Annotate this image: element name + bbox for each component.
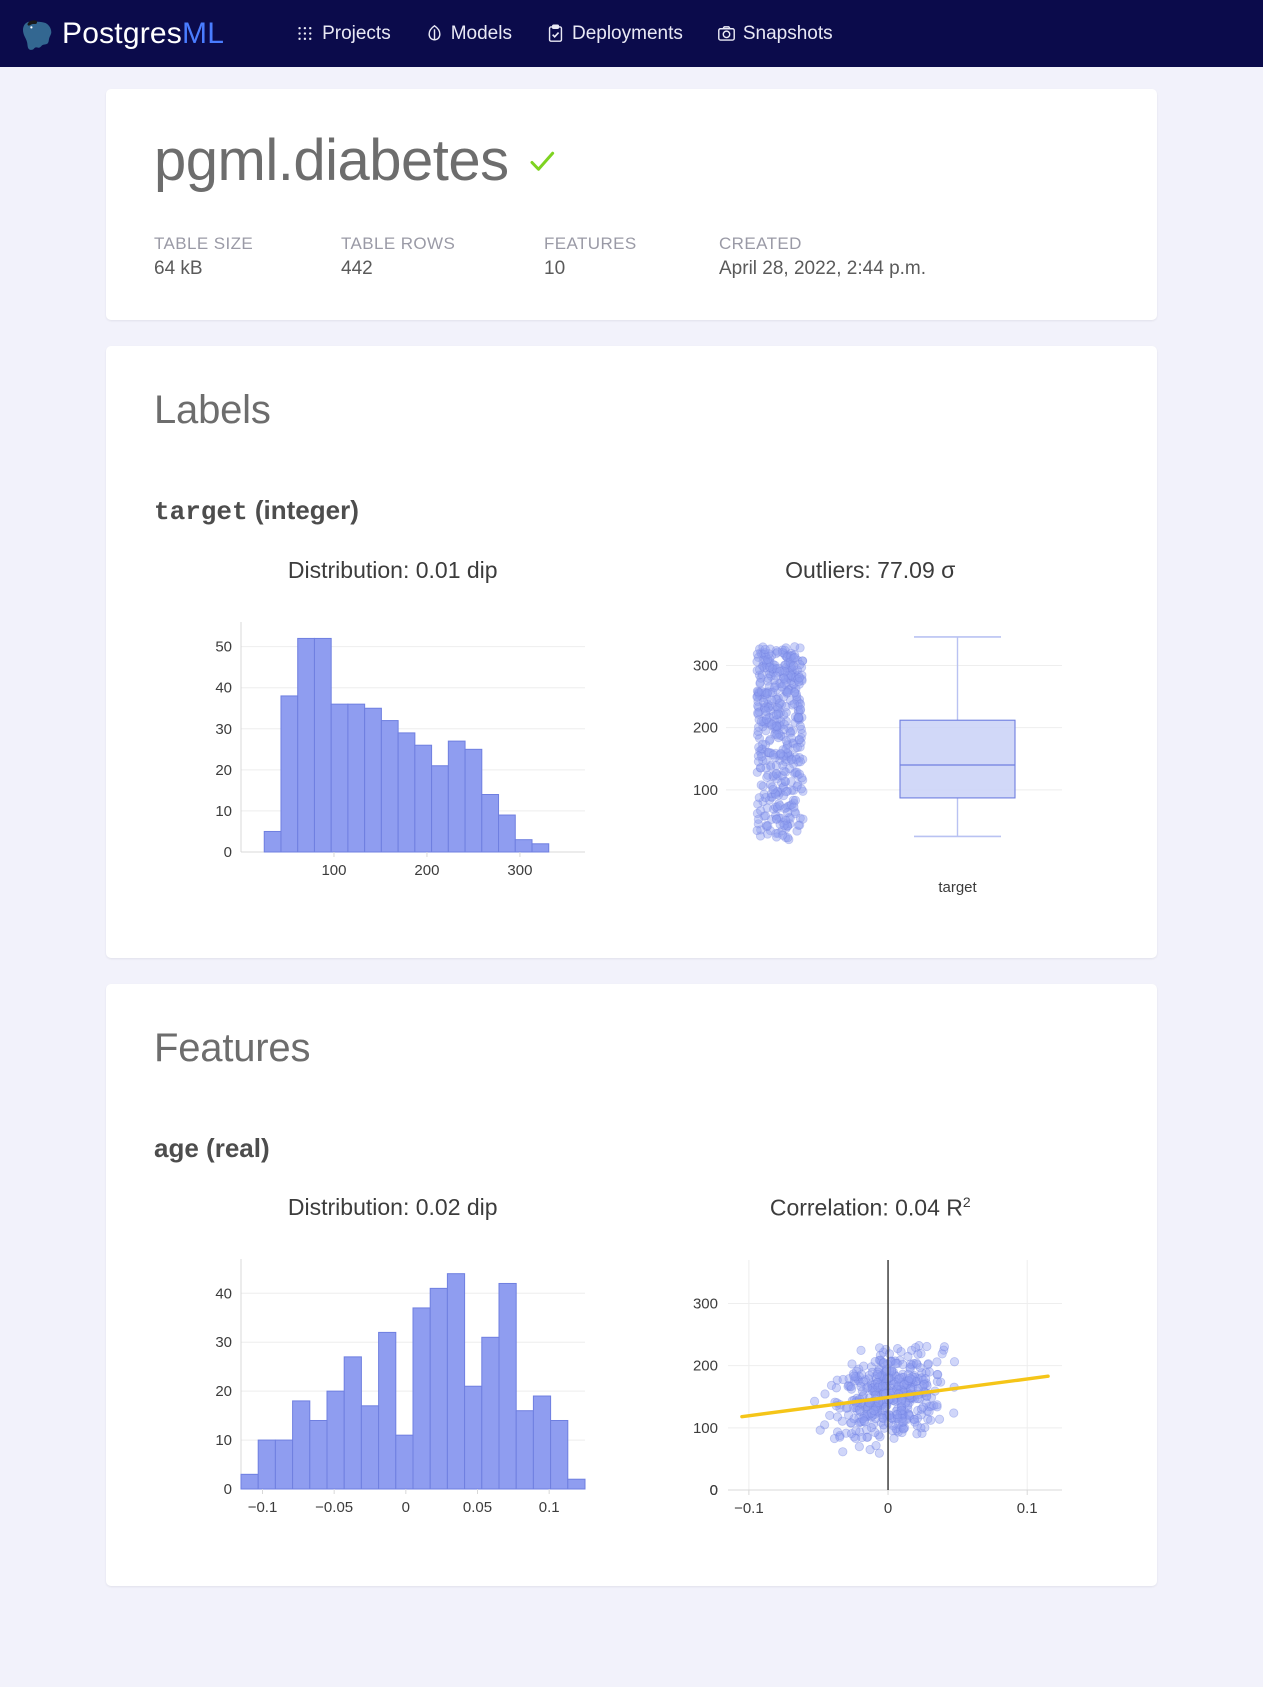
chart-title: Distribution: 0.01 dip	[287, 556, 498, 583]
svg-text:−0.1: −0.1	[247, 1499, 277, 1516]
svg-text:300: 300	[507, 862, 532, 879]
page-title: pgml.diabetes	[154, 128, 509, 193]
column-type: (integer)	[254, 494, 359, 525]
target-distribution-chart: Distribution: 0.01 dip 0 10 20 30 40 50 100 200…	[154, 539, 632, 910]
svg-text:20: 20	[215, 1383, 232, 1400]
brand-text: PostgresML	[62, 16, 225, 50]
svg-text:0: 0	[710, 1482, 718, 1499]
nav-item-snapshots[interactable]: Snapshots	[717, 23, 833, 45]
top-navbar: PostgresML Projects Models Deployments S…	[0, 0, 1263, 67]
svg-text:40: 40	[215, 1285, 232, 1302]
svg-text:0: 0	[223, 1481, 231, 1498]
stats-row: TABLE SIZE 64 kB TABLE ROWS 442 FEATURES…	[154, 234, 1109, 280]
svg-text:0.1: 0.1	[1017, 1500, 1038, 1517]
svg-text:0.05: 0.05	[463, 1499, 492, 1516]
chart-title: Distribution: 0.02 dip	[287, 1193, 498, 1220]
svg-text:300: 300	[693, 1295, 718, 1312]
svg-text:0.1: 0.1	[538, 1499, 559, 1516]
brand-logo-link[interactable]: PostgresML	[22, 17, 224, 51]
page-content: pgml.diabetes TABLE SIZE 64 kB TABLE ROW…	[0, 67, 1263, 1586]
svg-text:−0.05: −0.05	[315, 1499, 353, 1516]
column-type: (real)	[206, 1132, 270, 1163]
label-column-name: target (integer)	[154, 495, 1109, 527]
labels-card: Labels target (integer) Distribution: 0.…	[106, 345, 1157, 958]
column-identifier: target	[154, 496, 248, 527]
stat-label: FEATURES	[544, 233, 637, 253]
labels-charts: Distribution: 0.01 dip 0 10 20 30 40 50 100 200…	[154, 539, 1109, 910]
check-icon	[527, 146, 557, 176]
primary-nav: Projects Models Deployments Snapshots	[296, 23, 833, 45]
age-distribution-chart: Distribution: 0.02 dip 0 10 20 30 40 −0.1 −0.0…	[154, 1176, 632, 1538]
nav-item-deployments[interactable]: Deployments	[546, 23, 683, 45]
stat-value: 10	[544, 257, 566, 279]
svg-text:100: 100	[693, 782, 718, 799]
svg-text:100: 100	[321, 862, 346, 879]
model-icon	[425, 24, 444, 43]
svg-text:0: 0	[223, 844, 231, 861]
stat-table-size: TABLE SIZE 64 kB	[154, 234, 341, 280]
nav-item-models[interactable]: Models	[425, 23, 512, 45]
correlation-scatter-svg: 0100200300−0.1 0 0.10	[693, 1259, 1063, 1517]
svg-text:−0.1: −0.1	[734, 1500, 764, 1517]
target-outliers-chart: Outliers: 77.09 σ 100 200 300 target	[632, 539, 1110, 910]
svg-text:200: 200	[693, 720, 718, 737]
target-histogram-svg: 0 10 20 30 40 50 100 200 300	[215, 621, 585, 879]
features-charts: Distribution: 0.02 dip 0 10 20 30 40 −0.1 −0.0…	[154, 1176, 1109, 1538]
grid-icon	[296, 24, 315, 43]
svg-text:200: 200	[693, 1357, 718, 1374]
svg-text:20: 20	[215, 762, 232, 779]
features-heading: Features	[154, 1025, 311, 1070]
stat-value: 442	[341, 257, 373, 279]
nav-item-projects[interactable]: Projects	[296, 23, 391, 45]
svg-text:100: 100	[693, 1419, 718, 1436]
svg-text:200: 200	[414, 862, 439, 879]
stat-features: FEATURES 10	[544, 234, 719, 280]
nav-item-label: Projects	[322, 22, 391, 44]
correlation-title-exponent: 2	[962, 1193, 971, 1210]
svg-text:target: target	[939, 879, 978, 896]
age-correlation-chart: Correlation: 0.04 R2 0 100 200 300 −0.1 0 0.1 0	[632, 1176, 1110, 1538]
svg-text:10: 10	[215, 803, 232, 820]
stat-table-rows: TABLE ROWS 442	[341, 234, 544, 280]
nav-item-label: Snapshots	[742, 22, 833, 44]
snapshot-header-card: pgml.diabetes TABLE SIZE 64 kB TABLE ROW…	[106, 89, 1157, 320]
stat-label: TABLE ROWS	[341, 233, 456, 253]
labels-heading: Labels	[154, 387, 271, 432]
svg-text:0: 0	[884, 1500, 892, 1517]
svg-text:10: 10	[215, 1432, 232, 1449]
stat-value: April 28, 2022, 2:44 p.m.	[719, 257, 927, 279]
svg-text:0: 0	[401, 1499, 409, 1516]
chart-title: Outliers: 77.09 σ	[785, 556, 956, 583]
title-row: pgml.diabetes	[154, 128, 1109, 193]
chart-title: Correlation: 0.04 R2	[632, 1194, 1110, 1222]
column-identifier: age	[154, 1132, 199, 1163]
stat-label: TABLE SIZE	[154, 233, 254, 253]
target-boxplot-svg: 100 200 300 target	[693, 636, 1063, 896]
stat-label: CREATED	[719, 233, 802, 253]
svg-text:30: 30	[215, 721, 232, 738]
features-card: Features age (real) Distribution: 0.02 d…	[106, 983, 1157, 1586]
svg-text:40: 40	[215, 680, 232, 697]
correlation-title-text: Correlation: 0.04 R	[769, 1194, 963, 1221]
nav-item-label: Deployments	[571, 22, 683, 44]
age-histogram-svg: 0 10 20 30 40 −0.1 −0.05 0 0.05 0.1	[215, 1258, 586, 1516]
stat-value: 64 kB	[154, 257, 203, 279]
stat-created: CREATED April 28, 2022, 2:44 p.m.	[719, 234, 926, 280]
svg-text:30: 30	[215, 1334, 232, 1351]
nav-item-label: Models	[450, 22, 512, 44]
feature-column-name: age (real)	[154, 1133, 1109, 1164]
camera-icon	[717, 24, 736, 43]
clipboard-check-icon	[546, 24, 565, 43]
svg-text:50: 50	[215, 639, 232, 656]
svg-text:300: 300	[693, 657, 718, 674]
elephant-logo-icon	[22, 18, 52, 50]
